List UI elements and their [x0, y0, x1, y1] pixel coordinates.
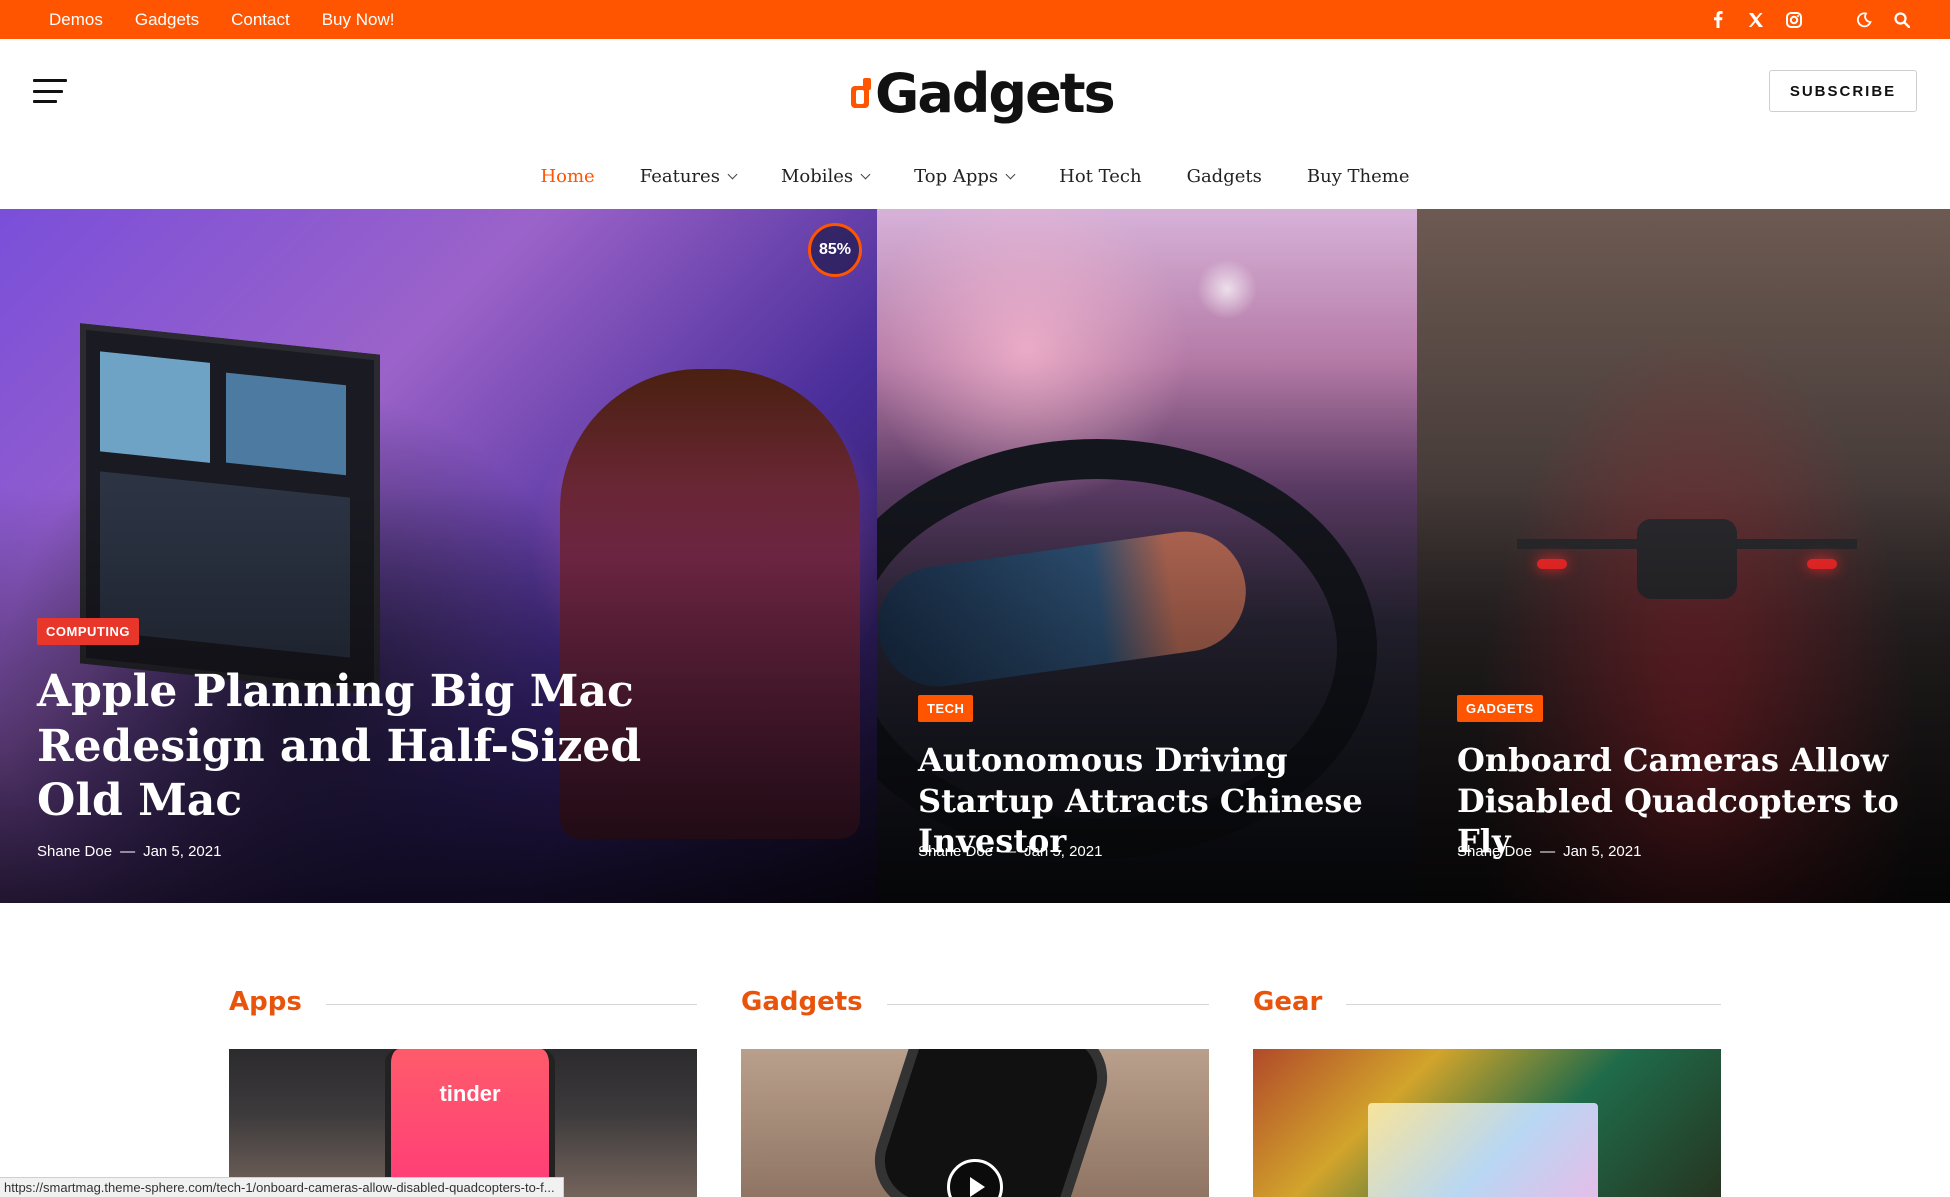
search-icon[interactable]	[1892, 10, 1912, 30]
post-thumbnail[interactable]	[741, 1049, 1209, 1197]
author-name[interactable]: Shane Doe	[37, 843, 112, 860]
hero-grid: 85% COMPUTING Apple Planning Big Mac Red…	[0, 209, 1950, 903]
author-name[interactable]: Shane Doe	[1457, 843, 1532, 860]
divider	[1346, 1003, 1721, 1005]
category-badge[interactable]: GADGETS	[1457, 695, 1543, 722]
top-link-buy-now[interactable]: Buy Now!	[322, 10, 395, 30]
section-gadgets: Gadgets	[741, 985, 1209, 1197]
logo-text: Gadgets	[875, 61, 1116, 125]
top-bar: Demos Gadgets Contact Buy Now!	[0, 0, 1950, 39]
top-link-contact[interactable]: Contact	[231, 10, 290, 30]
post-meta: Shane Doe — Jan 5, 2021	[37, 843, 222, 860]
nav-home[interactable]: Home	[540, 160, 594, 192]
hero-card[interactable]: TECH Autonomous Driving Startup Attracts…	[877, 209, 1417, 903]
x-twitter-icon[interactable]	[1746, 10, 1766, 30]
section-gear: Gear	[1253, 985, 1721, 1197]
chevron-down-icon	[727, 169, 738, 179]
facebook-icon[interactable]	[1708, 10, 1728, 30]
post-thumbnail[interactable]	[1253, 1049, 1721, 1197]
subscribe-button[interactable]: SUBSCRIBE	[1769, 70, 1917, 112]
instagram-icon[interactable]	[1784, 10, 1804, 30]
hero-card[interactable]: 85% COMPUTING Apple Planning Big Mac Red…	[0, 209, 877, 903]
nav-buy-theme[interactable]: Buy Theme	[1307, 160, 1410, 192]
post-thumbnail[interactable]: tinder	[229, 1049, 697, 1197]
post-date: Jan 5, 2021	[1563, 843, 1642, 860]
tinder-logo: tinder	[439, 1081, 501, 1106]
author-name[interactable]: Shane Doe	[918, 843, 993, 860]
status-bar-url: https://smartmag.theme-sphere.com/tech-1…	[0, 1177, 564, 1197]
nav-features[interactable]: Features	[640, 160, 738, 192]
hero-card-title[interactable]: Apple Planning Big Mac Redesign and Half…	[37, 665, 677, 829]
post-date: Jan 5, 2021	[143, 843, 222, 860]
post-date: Jan 5, 2021	[1024, 843, 1103, 860]
hamburger-menu-icon[interactable]	[33, 79, 67, 103]
nav-top-apps[interactable]: Top Apps	[914, 160, 1016, 192]
review-score-badge: 85%	[808, 223, 862, 277]
main-nav: Home Features Mobiles Top Apps Hot Tech …	[0, 160, 1950, 192]
divider	[886, 1003, 1209, 1005]
top-links: Demos Gadgets Contact Buy Now!	[49, 0, 394, 39]
dark-mode-moon-icon[interactable]	[1854, 10, 1874, 30]
nav-hot-tech[interactable]: Hot Tech	[1059, 160, 1141, 192]
section-apps: Apps tinder	[229, 985, 697, 1197]
chevron-down-icon	[860, 169, 871, 179]
play-icon[interactable]	[947, 1159, 1003, 1197]
category-badge[interactable]: COMPUTING	[37, 618, 139, 645]
post-meta: Shane Doe — Jan 5, 2021	[918, 843, 1103, 860]
site-logo[interactable]: Gadgets	[851, 61, 1116, 125]
post-meta: Shane Doe — Jan 5, 2021	[1457, 843, 1642, 860]
top-link-demos[interactable]: Demos	[49, 10, 103, 30]
hero-card[interactable]: GADGETS Onboard Cameras Allow Disabled Q…	[1417, 209, 1950, 903]
top-link-gadgets[interactable]: Gadgets	[135, 10, 199, 30]
section-title[interactable]: Apps	[229, 987, 302, 1017]
nav-mobiles[interactable]: Mobiles	[781, 160, 871, 192]
chevron-down-icon	[1005, 169, 1016, 179]
logo-mark-icon	[851, 76, 873, 116]
divider	[325, 1003, 697, 1005]
nav-gadgets[interactable]: Gadgets	[1187, 160, 1262, 192]
section-title[interactable]: Gadgets	[741, 987, 863, 1017]
category-badge[interactable]: TECH	[918, 695, 974, 722]
social-icons	[1708, 0, 1912, 39]
section-title[interactable]: Gear	[1253, 987, 1322, 1017]
